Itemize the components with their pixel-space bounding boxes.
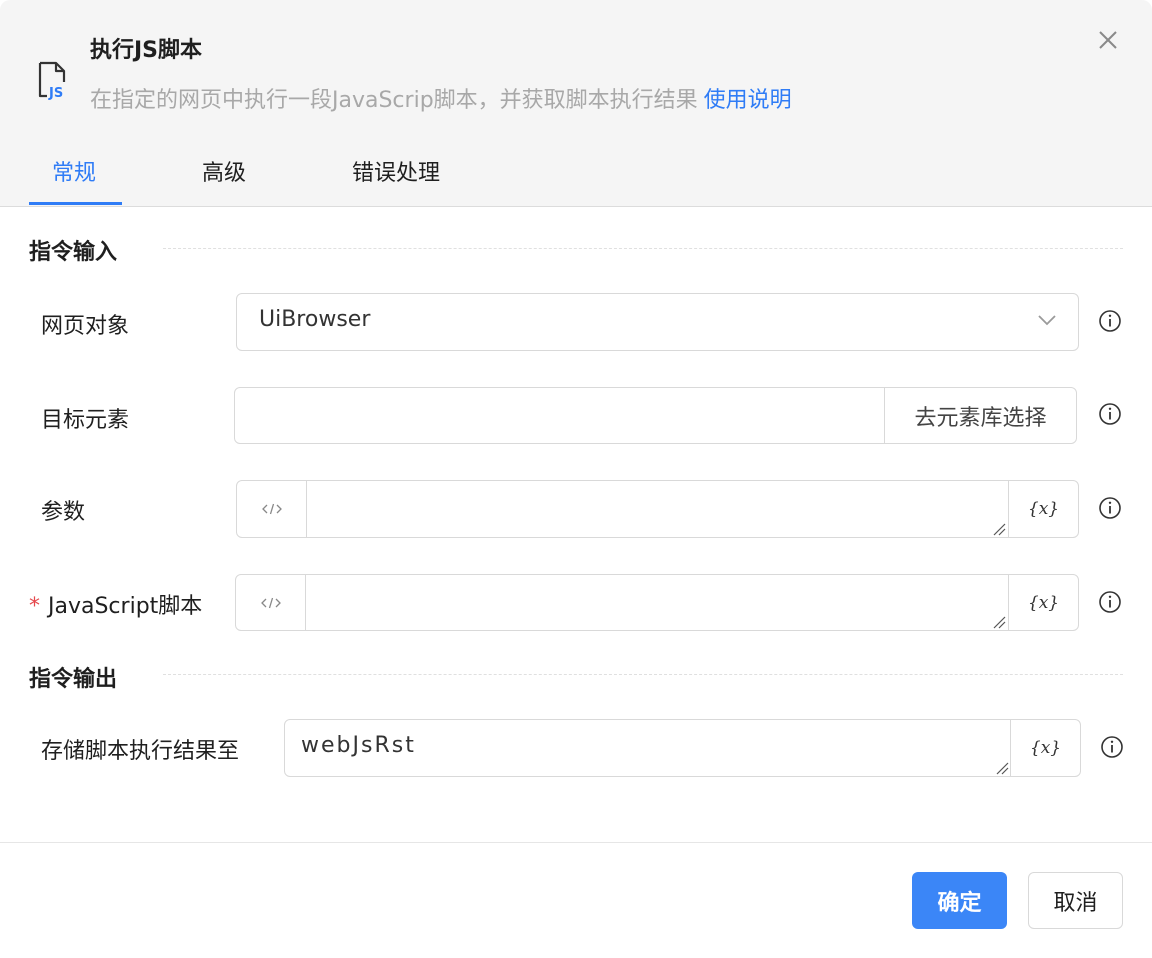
active-tab-indicator bbox=[29, 202, 122, 205]
element-library-button[interactable]: 去元素库选择 bbox=[884, 388, 1076, 443]
web-object-value: UiBrowser bbox=[259, 307, 371, 332]
params-label: 参数 bbox=[41, 500, 86, 525]
store-result-label: 存储脚本执行结果至 bbox=[41, 739, 240, 764]
web-object-select[interactable]: UiBrowser bbox=[236, 293, 1079, 351]
target-element-label: 目标元素 bbox=[41, 408, 130, 433]
section-title-output: 指令输出 bbox=[29, 667, 118, 692]
dialog-header: JS 执行JS脚本 在指定的网页中执行一段JavaScrip脚本，并获取脚本执行… bbox=[0, 0, 1152, 207]
tab-advanced[interactable]: 高级 bbox=[202, 155, 246, 187]
section-title-input: 指令输入 bbox=[29, 240, 118, 265]
code-mode-toggle[interactable] bbox=[236, 575, 306, 630]
resize-grip-icon[interactable] bbox=[992, 522, 1006, 536]
dialog-title: 执行JS脚本 bbox=[90, 38, 203, 63]
confirm-button[interactable]: 确定 bbox=[912, 872, 1007, 929]
info-icon[interactable] bbox=[1100, 735, 1124, 759]
section-divider bbox=[163, 674, 1123, 675]
dialog-description: 在指定的网页中执行一段JavaScrip脚本，并获取脚本执行结果 使用说明 bbox=[90, 82, 792, 114]
js-file-icon: JS bbox=[38, 61, 66, 101]
store-result-field: webJsRst {x} bbox=[284, 719, 1081, 777]
store-result-variable-button[interactable]: {x} bbox=[1010, 720, 1080, 776]
web-object-label: 网页对象 bbox=[41, 314, 130, 339]
params-field: {x} bbox=[236, 480, 1079, 538]
resize-grip-icon[interactable] bbox=[992, 615, 1006, 629]
js-script-field: {x} bbox=[235, 574, 1079, 631]
params-input[interactable] bbox=[308, 481, 1008, 537]
info-icon[interactable] bbox=[1098, 590, 1122, 614]
code-mode-toggle[interactable] bbox=[237, 481, 307, 537]
execute-js-dialog: JS 执行JS脚本 在指定的网页中执行一段JavaScrip脚本，并获取脚本执行… bbox=[0, 0, 1152, 958]
section-divider bbox=[163, 248, 1123, 249]
info-icon[interactable] bbox=[1098, 309, 1122, 333]
js-icon-label: JS bbox=[48, 86, 63, 101]
help-link[interactable]: 使用说明 bbox=[704, 88, 792, 113]
resize-grip-icon[interactable] bbox=[995, 761, 1009, 775]
chevron-down-icon bbox=[1038, 315, 1056, 326]
info-icon[interactable] bbox=[1098, 402, 1122, 426]
close-icon[interactable] bbox=[1092, 24, 1124, 56]
footer-divider bbox=[0, 842, 1152, 843]
info-icon[interactable] bbox=[1098, 496, 1122, 520]
target-element-field: 去元素库选择 bbox=[234, 387, 1077, 444]
code-icon bbox=[261, 503, 282, 515]
tab-error-handling[interactable]: 错误处理 bbox=[352, 155, 440, 187]
target-element-input[interactable] bbox=[235, 388, 883, 443]
params-variable-button[interactable]: {x} bbox=[1008, 481, 1078, 537]
cancel-button[interactable]: 取消 bbox=[1028, 872, 1123, 929]
js-script-label: * JavaScript脚本 bbox=[29, 588, 202, 620]
tab-general[interactable]: 常规 bbox=[52, 155, 96, 187]
description-text: 在指定的网页中执行一段JavaScrip脚本，并获取脚本执行结果 bbox=[90, 88, 698, 113]
js-script-input[interactable] bbox=[307, 575, 1007, 630]
js-script-variable-button[interactable]: {x} bbox=[1008, 575, 1078, 630]
store-result-value[interactable]: webJsRst bbox=[301, 733, 416, 758]
required-mark: * bbox=[29, 594, 40, 619]
js-script-label-text: JavaScript脚本 bbox=[48, 594, 203, 619]
code-icon bbox=[260, 597, 281, 608]
